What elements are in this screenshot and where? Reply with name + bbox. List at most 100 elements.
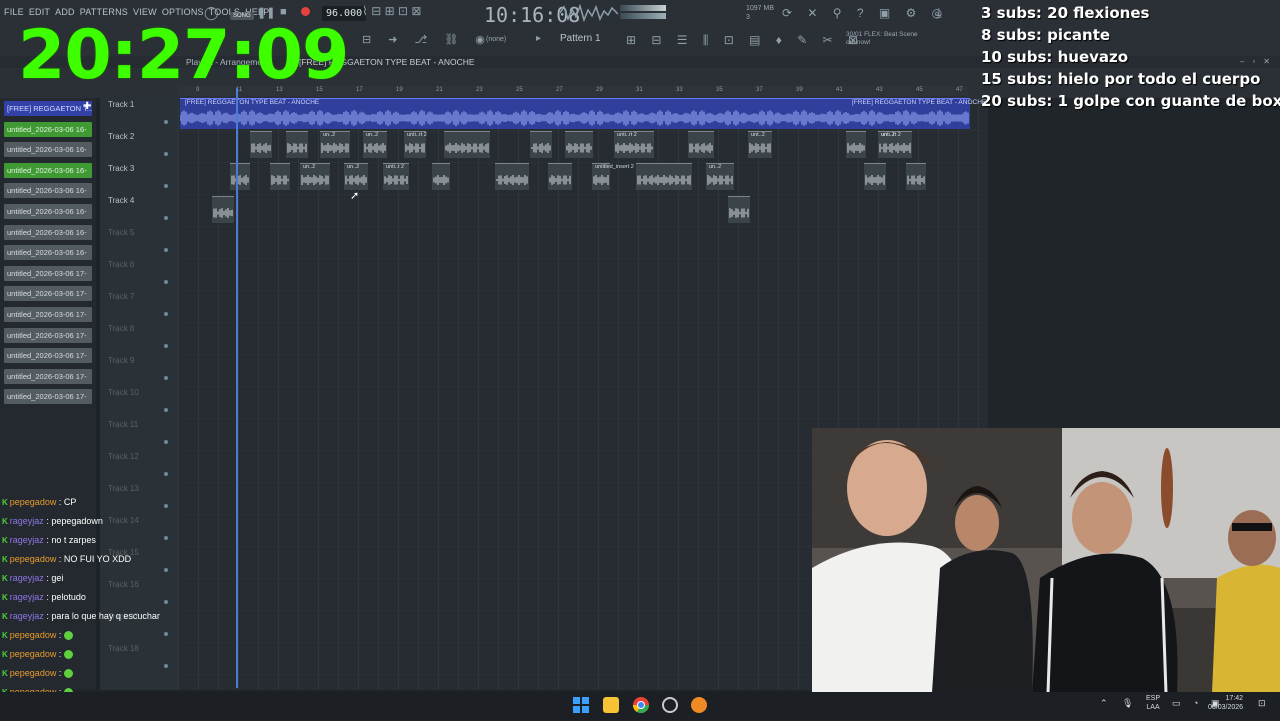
audio-clip[interactable] <box>565 131 593 158</box>
picker-item[interactable]: untitled_2026-03-06 16- <box>4 183 92 199</box>
picker-item[interactable]: untitled_2026-03-06 16- <box>4 162 92 178</box>
picker-add-icon[interactable]: ✚ <box>83 101 91 112</box>
track-mute-led[interactable] <box>164 472 168 476</box>
subs-goal-line: 15 subs: hielo por todo el cuerpo <box>981 70 1261 88</box>
clip-waveform <box>496 175 528 185</box>
track-mute-led[interactable] <box>164 408 168 412</box>
clip-waveform <box>729 208 749 218</box>
picker-item[interactable]: untitled_2026-03-06 17- <box>4 327 92 343</box>
picker-item[interactable]: untitled_2026-03-06 17- <box>4 286 92 302</box>
track-mute-led[interactable] <box>164 152 168 156</box>
track-mute-led[interactable] <box>164 280 168 284</box>
snap-tools-icons[interactable]: ⊟ ➜ ⎇ ⛓ ◉ <box>362 33 492 46</box>
pattern-prev-icon[interactable]: ▸ <box>536 33 541 44</box>
audio-clip[interactable] <box>530 131 552 158</box>
track-mute-led[interactable] <box>164 568 168 572</box>
track-mute-led[interactable] <box>164 376 168 380</box>
file-explorer-icon[interactable] <box>603 697 619 713</box>
master-volume-bar[interactable] <box>620 5 666 11</box>
audio-clip[interactable] <box>548 163 572 190</box>
webcam-feed <box>812 428 1280 693</box>
language-indicator[interactable]: ESP LAA <box>1146 694 1160 712</box>
track-mute-led[interactable] <box>164 536 168 540</box>
pattern-select[interactable]: Pattern 1 <box>560 33 601 44</box>
audio-clip[interactable] <box>636 163 692 190</box>
picker-item[interactable]: untitled_2026-03-06 16- <box>4 121 92 137</box>
track-label[interactable]: Track 11 <box>108 420 138 429</box>
audio-clip[interactable] <box>432 163 450 190</box>
track-mute-led[interactable] <box>164 184 168 188</box>
playhead[interactable] <box>236 88 238 688</box>
track-label[interactable]: Track 1 <box>108 100 134 109</box>
chat-text: gei <box>51 573 64 583</box>
chat-username: rageyjaz <box>9 592 44 602</box>
audio-clip[interactable] <box>688 131 714 158</box>
track-mute-led[interactable] <box>164 664 168 668</box>
download-icon[interactable]: ⤓ <box>936 5 942 21</box>
audio-clip[interactable] <box>864 163 886 190</box>
toolbar-icons-right[interactable]: ⟳ ✕ ⚲ ? ▣ ⚙ ◎ <box>782 6 948 20</box>
ruler-tick-label: 37 <box>756 87 763 93</box>
track-label[interactable]: Track 7 <box>108 292 134 301</box>
track-label[interactable]: Track 6 <box>108 260 134 269</box>
picker-item[interactable]: untitled_2026-03-06 17- <box>4 348 92 364</box>
window-shortcut-icons[interactable]: ⊞ ⊟ ☰ ⫼ ⊡ ▤ ♦ ✎ ✂ ⊠ <box>626 33 864 48</box>
track-mute-led[interactable] <box>164 248 168 252</box>
clip-waveform <box>865 175 885 185</box>
picker-item[interactable]: untitled_2026-03-06 17- <box>4 389 92 405</box>
audio-clip[interactable] <box>270 163 290 190</box>
audio-clip[interactable] <box>250 131 272 158</box>
audio-clip[interactable] <box>444 131 490 158</box>
audio-clip[interactable] <box>286 131 308 158</box>
track-mute-led[interactable] <box>164 600 168 604</box>
emote-icon <box>63 669 73 679</box>
picker-item[interactable]: untitled_2026-03-06 17- <box>4 368 92 384</box>
track-mute-led[interactable] <box>164 440 168 444</box>
record-icon[interactable] <box>301 7 310 16</box>
kick-badge-icon: K <box>2 612 8 621</box>
track-label[interactable]: Track 2 <box>108 132 134 141</box>
fl-studio-icon[interactable] <box>691 697 707 713</box>
picker-item[interactable]: untitled_2026-03-06 17- <box>4 307 92 322</box>
picker-item[interactable]: [FREE] REGGAETON T... <box>4 101 92 116</box>
audio-clip[interactable] <box>212 196 234 223</box>
picker-item[interactable]: untitled_2026-03-06 16- <box>4 142 92 158</box>
news-ticker[interactable]: 30/01 FLEX: Beat Scene out now! <box>846 31 918 47</box>
master-pitch-bar[interactable] <box>620 13 666 19</box>
track-label[interactable]: Track 8 <box>108 324 134 333</box>
track-label[interactable]: Track 5 <box>108 228 134 237</box>
track-label[interactable]: Track 4 <box>108 196 134 205</box>
track-mute-led[interactable] <box>164 344 168 348</box>
audio-clip[interactable] <box>846 131 866 158</box>
picker-item[interactable]: untitled_2026-03-06 17- <box>4 265 92 281</box>
obs-icon[interactable] <box>662 697 678 713</box>
chrome-icon[interactable] <box>632 696 650 714</box>
track-label[interactable]: Track 10 <box>108 388 139 397</box>
audio-clip[interactable] <box>230 163 250 190</box>
snap-select[interactable]: (none) <box>486 36 506 43</box>
track-label[interactable]: Track 9 <box>108 356 134 365</box>
audio-clip[interactable] <box>495 163 529 190</box>
track-mute-led[interactable] <box>164 120 168 124</box>
metronome-icon[interactable]: ⌇ ⊟ ⊞ ⊡ ⊠ <box>362 4 421 18</box>
ruler-tick-label: 29 <box>596 87 603 93</box>
audio-clip[interactable] <box>728 196 750 223</box>
picker-item[interactable]: untitled_2026-03-06 16- <box>4 204 92 219</box>
stream-chat-overlay: Kpepegadow : CP Krageyjaz : pepegadown Kra… <box>2 493 160 721</box>
track-mute-led[interactable] <box>164 504 168 508</box>
audio-clip[interactable] <box>906 163 926 190</box>
track-label[interactable]: Track 3 <box>108 164 134 173</box>
track-mute-led[interactable] <box>164 632 168 636</box>
picker-item[interactable]: untitled_2026-03-06 16- <box>4 245 92 261</box>
chat-separator: : <box>56 668 64 678</box>
track-mute-led[interactable] <box>164 312 168 316</box>
notification-icon[interactable]: ⊡ <box>1258 698 1266 709</box>
picker-item[interactable]: untitled_2026-03-06 16- <box>4 224 92 240</box>
track-mute-led[interactable] <box>164 216 168 220</box>
track-label[interactable]: Track 12 <box>108 452 139 461</box>
clip-label: un..2 <box>709 164 722 170</box>
windows-start-icon[interactable] <box>573 697 589 713</box>
tray-icons[interactable]: ⌃ 🎙 <box>1100 698 1139 709</box>
taskbar-clock[interactable]: 17:42 06/03/2026 <box>1208 694 1243 712</box>
track-label[interactable]: Track 13 <box>108 484 139 493</box>
